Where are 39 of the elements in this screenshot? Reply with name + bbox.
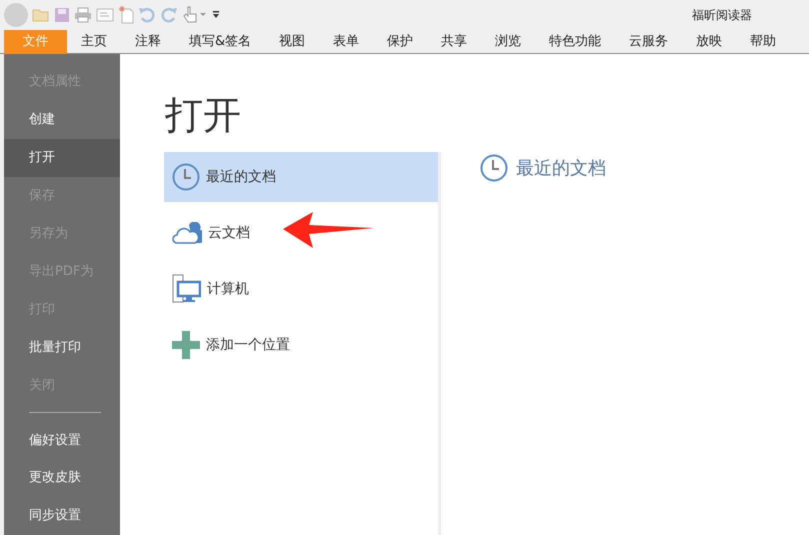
menu-tab[interactable]: 帮助 [736,30,790,54]
new-page-icon[interactable] [118,6,134,24]
sidebar-item[interactable]: 批量打印 [4,328,120,366]
dropdown-icon[interactable] [212,10,220,20]
menu-tab[interactable]: 保护 [373,30,428,54]
plus-icon [172,331,200,359]
menu-tab[interactable]: 浏览 [481,30,536,54]
sidebar-item[interactable]: 同步设置 [4,497,120,535]
sidebar-item[interactable]: 偏好设置 [4,421,120,460]
page-title: 打开 [165,92,241,138]
redo-icon[interactable] [160,6,178,24]
menu-tab[interactable]: 主页 [67,30,121,54]
sidebar-item[interactable]: 打开 [4,138,120,177]
computer-icon [172,274,201,304]
menu-tab[interactable]: 云服务 [615,30,682,54]
menu-tab[interactable]: 特色功能 [535,30,616,54]
undo-icon[interactable] [138,6,156,24]
print-icon[interactable] [74,7,92,23]
menu-tab[interactable]: 填写&签名 [175,30,266,54]
clock-icon [480,154,508,182]
location-item[interactable]: 计算机 [164,264,438,314]
cloud-icon [172,222,202,244]
sidebar-item[interactable]: 创建 [4,100,120,139]
location-item[interactable]: 最近的文档 [164,152,438,202]
menu-tab[interactable]: 共享 [427,30,482,54]
save-icon[interactable] [54,7,70,23]
window-title: 福昕阅读器 [692,7,752,24]
sidebar-item[interactable]: 更改皮肤 [4,459,120,498]
menu-tab[interactable]: 视图 [265,30,320,54]
menu-tab[interactable]: 放映 [682,30,736,54]
location-item[interactable]: 添加一个位置 [164,320,438,370]
menu-tab[interactable]: 注释 [121,30,175,54]
section-heading: 最近的文档 [516,156,606,180]
app-logo-icon[interactable] [4,3,28,27]
folder-icon[interactable] [32,7,50,23]
clock-icon [172,163,200,191]
menu-tab[interactable]: 表单 [319,30,374,54]
mail-icon[interactable] [96,8,114,22]
location-item[interactable]: 云文档 [164,208,438,258]
